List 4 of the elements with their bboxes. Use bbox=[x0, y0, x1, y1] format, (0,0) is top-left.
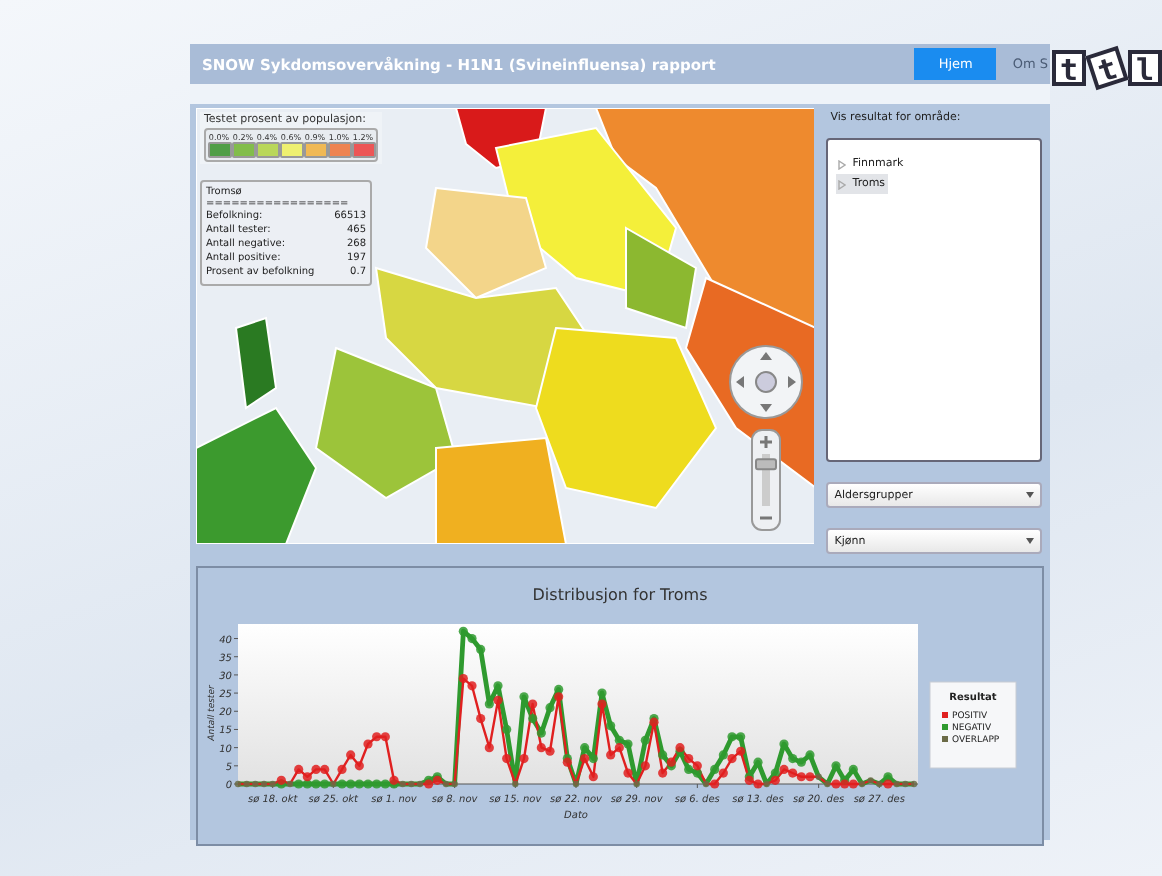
logo-tile: t bbox=[1052, 50, 1086, 86]
chart-title: Distribusjon for Troms bbox=[532, 586, 708, 604]
logo-tile: l bbox=[1128, 50, 1162, 86]
logo-tile: t bbox=[1085, 45, 1129, 91]
